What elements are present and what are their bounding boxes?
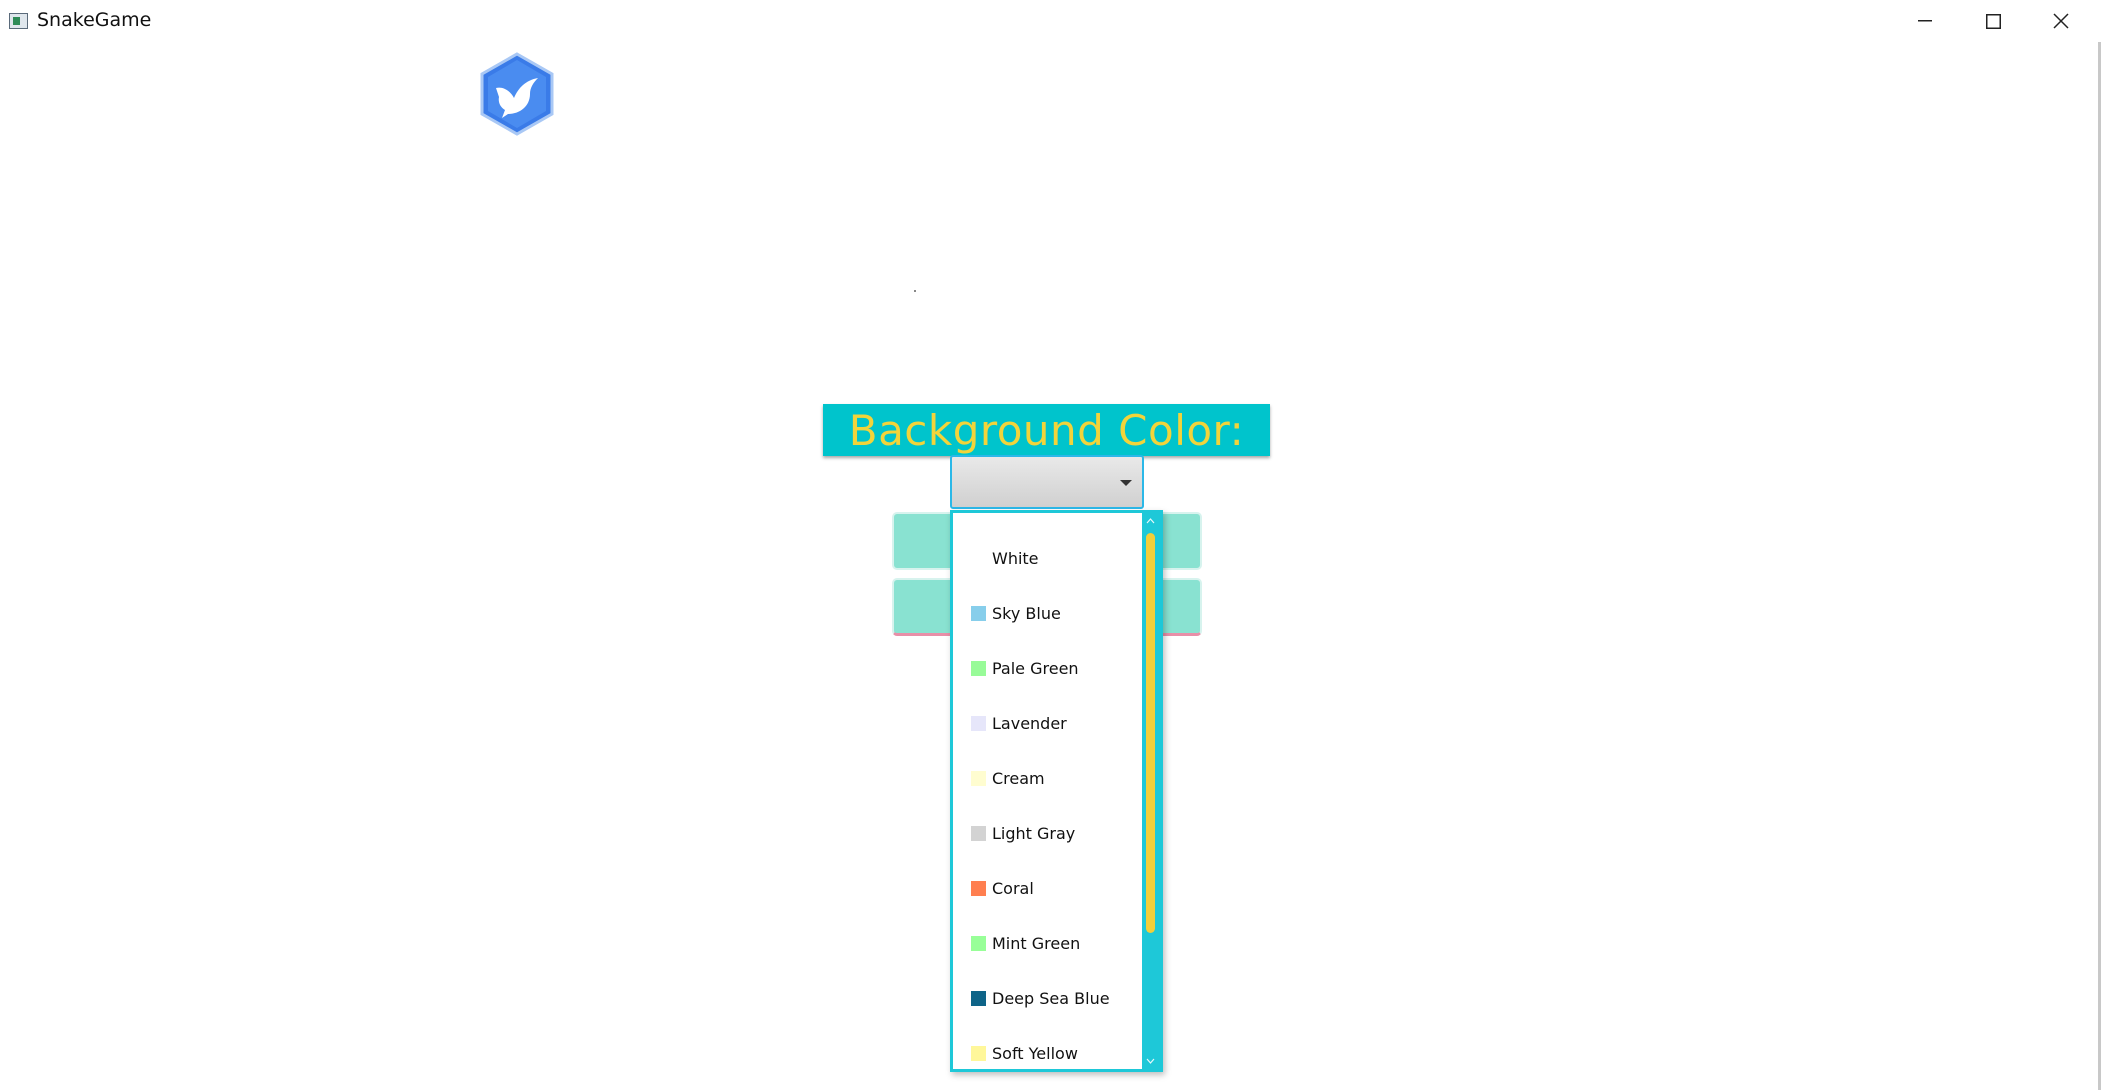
scroll-thumb[interactable] [1146, 533, 1155, 933]
maximize-button[interactable] [1959, 0, 2027, 42]
list-item-white[interactable]: White [971, 543, 1039, 573]
background-color-combo[interactable] [950, 455, 1144, 509]
close-button[interactable] [2027, 0, 2095, 42]
list-item-label: Coral [992, 878, 1034, 898]
color-swatch [971, 550, 986, 566]
stray-dot [914, 290, 916, 292]
minimize-button[interactable] [1891, 0, 1959, 42]
app-window-icon [9, 13, 28, 29]
list-item-pale-green[interactable]: Pale Green [971, 653, 1079, 683]
list-item-light-gray[interactable]: Light Gray [971, 818, 1075, 848]
list-item-label: Mint Green [992, 933, 1081, 953]
color-swatch [971, 990, 986, 1006]
chevron-down-icon[interactable] [1120, 480, 1132, 486]
snake-game-window: SnakeGame Background Color: White Sky Bl… [0, 0, 2103, 1090]
background-color-label: Background Color: [823, 404, 1270, 456]
color-swatch [971, 715, 986, 731]
list-item-label: Deep Sea Blue [992, 988, 1110, 1008]
color-swatch [971, 770, 986, 786]
dropdown-scrollbar[interactable] [1142, 513, 1160, 1069]
window-title: SnakeGame [37, 9, 152, 31]
background-color-label-text: Background Color: [848, 405, 1245, 455]
list-item-sky-blue[interactable]: Sky Blue [971, 598, 1061, 628]
list-item-label: Pale Green [992, 658, 1079, 678]
minimize-icon [1918, 20, 1932, 22]
color-swatch [971, 605, 986, 621]
list-item-label: Sky Blue [992, 603, 1061, 623]
title-bar[interactable]: SnakeGame [0, 0, 2103, 42]
scroll-up-icon [1146, 518, 1155, 524]
list-item-soft-yellow[interactable]: Soft Yellow [971, 1038, 1078, 1068]
list-item-label: Light Gray [992, 823, 1076, 843]
color-dropdown-list[interactable]: White Sky Blue Pale Green Lavender Cream… [950, 510, 1163, 1072]
list-item-label: White [992, 548, 1039, 568]
list-item-lavender[interactable]: Lavender [971, 708, 1067, 738]
list-item-label: Soft Yellow [992, 1043, 1078, 1063]
close-icon [2053, 13, 2069, 29]
color-swatch [971, 660, 986, 676]
list-item-deep-sea-blue[interactable]: Deep Sea Blue [971, 983, 1110, 1013]
list-item-label: Cream [992, 768, 1045, 788]
maximize-icon [1985, 13, 2001, 29]
window-scrollbar[interactable] [2098, 42, 2101, 1090]
color-swatch [971, 880, 986, 896]
list-item-coral[interactable]: Coral [971, 873, 1034, 903]
scroll-down-icon [1146, 1058, 1155, 1064]
list-item-mint-green[interactable]: Mint Green [971, 928, 1080, 958]
list-item-label: Lavender [992, 713, 1067, 733]
color-swatch [971, 825, 986, 841]
color-swatch [971, 1045, 986, 1061]
color-swatch [971, 935, 986, 951]
bird-hexagon-logo [478, 52, 556, 136]
list-item-cream[interactable]: Cream [971, 763, 1045, 793]
